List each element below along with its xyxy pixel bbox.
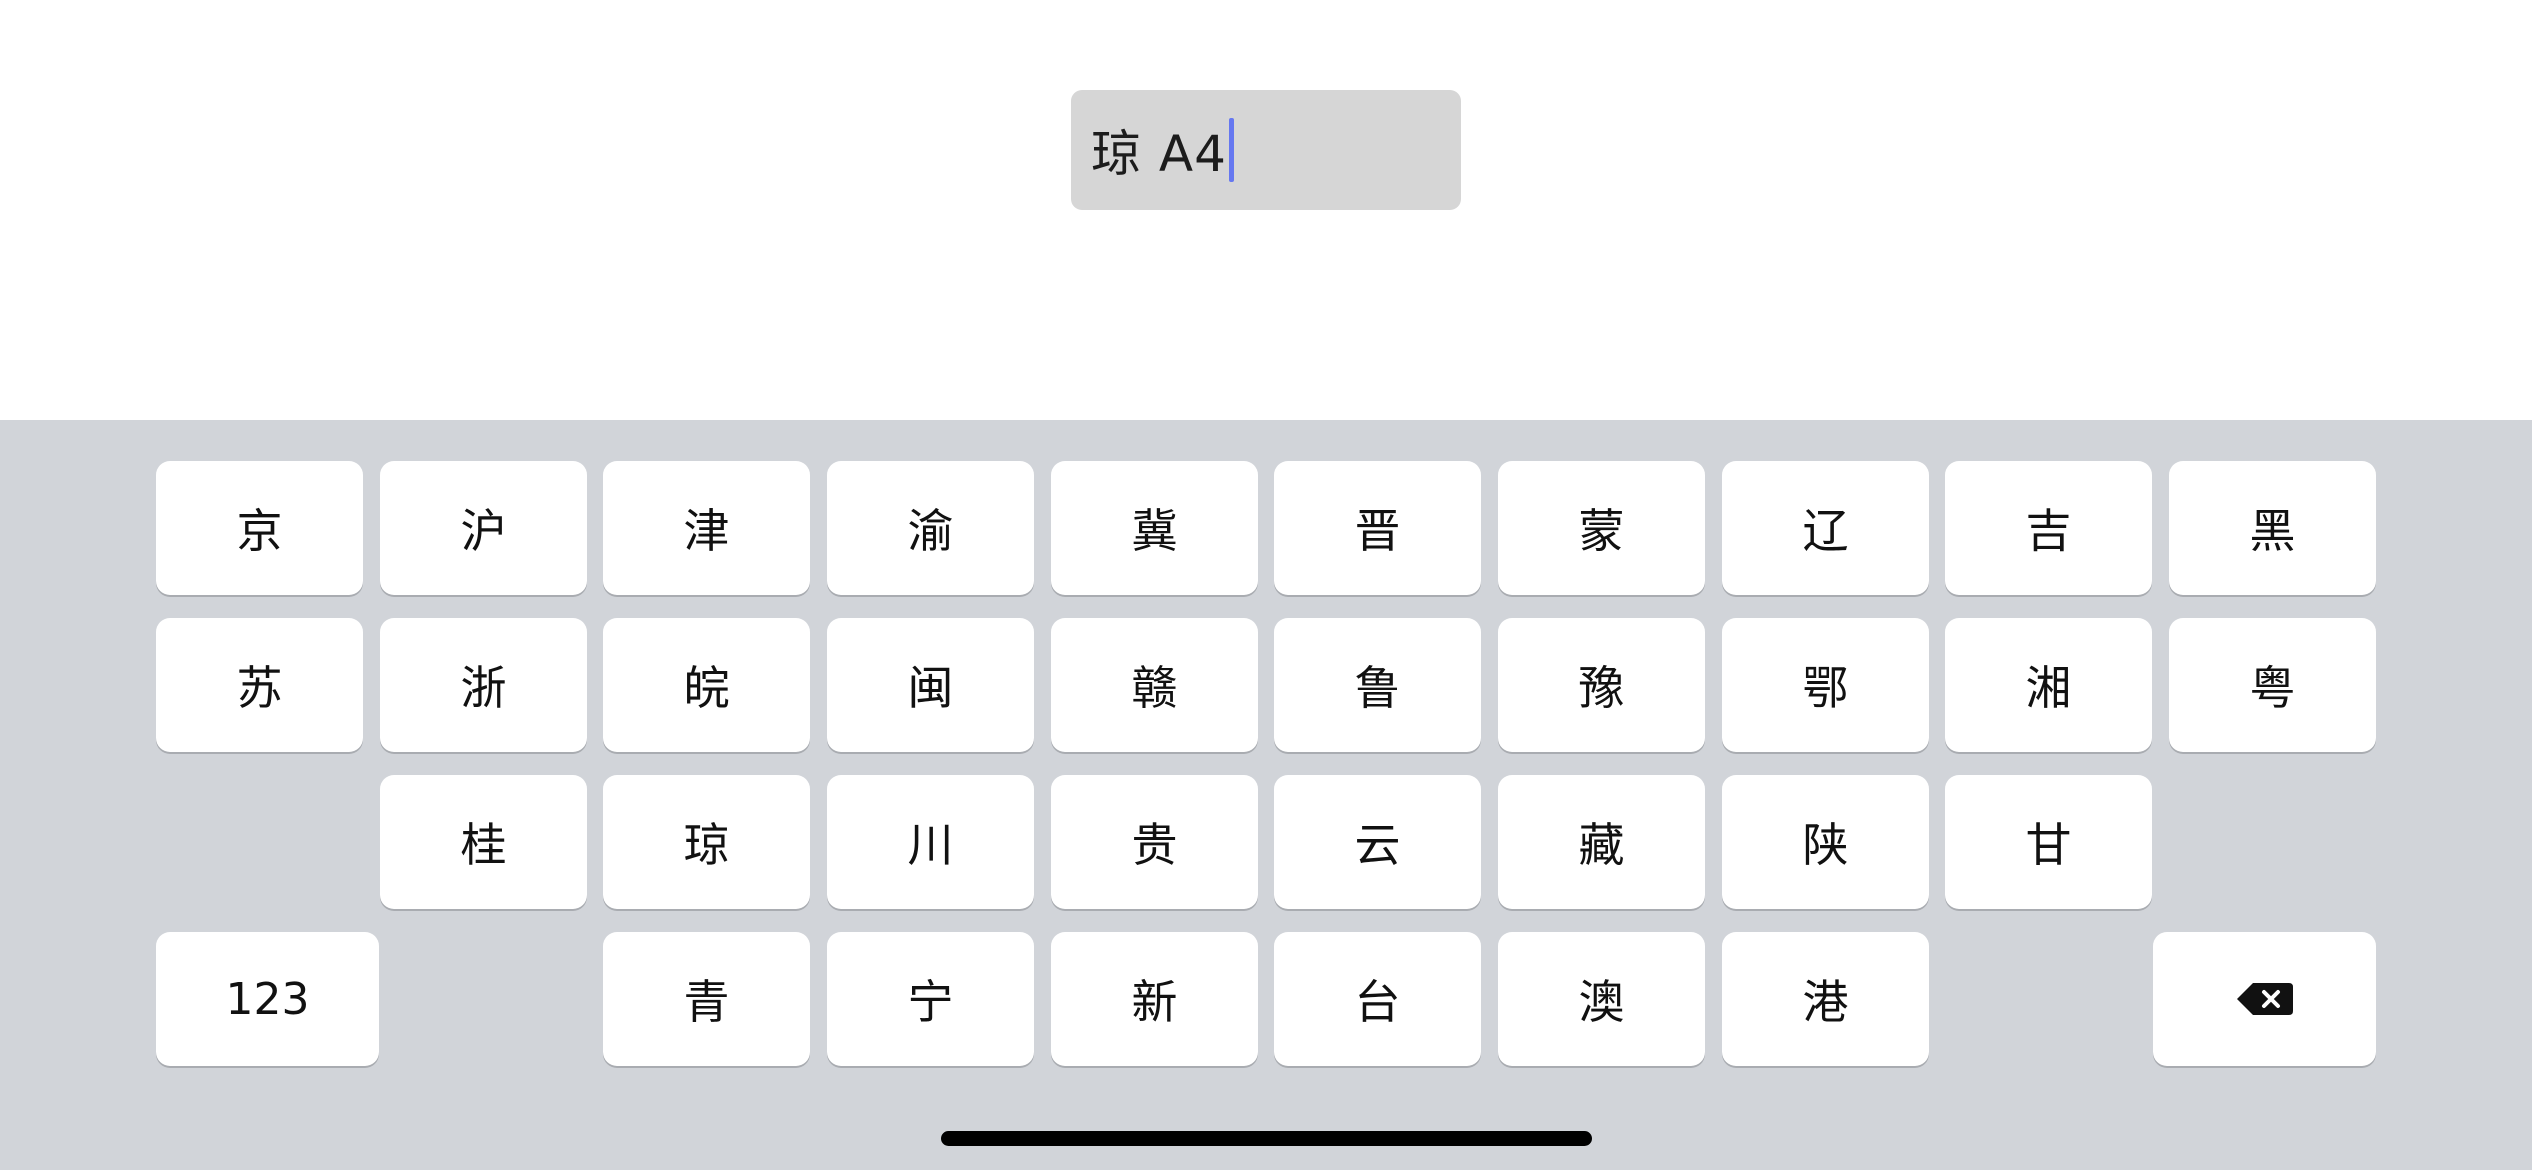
- key-row1-9[interactable]: 吉: [1945, 461, 2152, 595]
- key-row4-3[interactable]: 新: [1051, 932, 1258, 1066]
- delete-backspace-icon: [2236, 983, 2293, 1015]
- key-row2-6[interactable]: 鲁: [1274, 618, 1481, 752]
- key-row1-4[interactable]: 渝: [827, 461, 1034, 595]
- key-row1-1[interactable]: 京: [156, 461, 363, 595]
- key-row1-6[interactable]: 晋: [1274, 461, 1481, 595]
- key-row4-1[interactable]: 青: [603, 932, 810, 1066]
- key-row1-8[interactable]: 辽: [1722, 461, 1929, 595]
- key-row2-8[interactable]: 鄂: [1722, 618, 1929, 752]
- key-row4-5[interactable]: 澳: [1498, 932, 1705, 1066]
- key-row2-9[interactable]: 湘: [1945, 618, 2152, 752]
- key-row3-3[interactable]: 川: [827, 775, 1034, 909]
- key-row1-2[interactable]: 沪: [380, 461, 587, 595]
- delete-key[interactable]: [2153, 932, 2376, 1066]
- province-keyboard: 京 沪 津 渝 冀 晋 蒙 辽 吉 黑 苏 浙 皖 闽 赣 鲁 豫 鄂 湘 粤 …: [0, 420, 2532, 1170]
- key-row2-2[interactable]: 浙: [380, 618, 587, 752]
- key-row1-7[interactable]: 蒙: [1498, 461, 1705, 595]
- text-caret: [1228, 118, 1234, 182]
- key-row1-10[interactable]: 黑: [2169, 461, 2376, 595]
- plate-number-value: 琼 A4: [1091, 125, 1227, 183]
- key-row2-5[interactable]: 赣: [1051, 618, 1258, 752]
- plate-number-input[interactable]: 琼 A4: [1071, 90, 1461, 210]
- key-row3-4[interactable]: 贵: [1051, 775, 1258, 909]
- key-row2-10[interactable]: 粤: [2169, 618, 2376, 752]
- key-row2-7[interactable]: 豫: [1498, 618, 1705, 752]
- numbers-key[interactable]: 123: [156, 932, 379, 1066]
- key-row3-1[interactable]: 桂: [380, 775, 587, 909]
- key-row3-8[interactable]: 甘: [1945, 775, 2152, 909]
- key-row3-2[interactable]: 琼: [603, 775, 810, 909]
- key-row3-5[interactable]: 云: [1274, 775, 1481, 909]
- key-row4-2[interactable]: 宁: [827, 932, 1034, 1066]
- key-row4-6[interactable]: 港: [1722, 932, 1929, 1066]
- key-row1-3[interactable]: 津: [603, 461, 810, 595]
- key-row3-7[interactable]: 陕: [1722, 775, 1929, 909]
- key-row3-6[interactable]: 藏: [1498, 775, 1705, 909]
- key-row2-4[interactable]: 闽: [827, 618, 1034, 752]
- key-row2-3[interactable]: 皖: [603, 618, 810, 752]
- content-area: 琼 A4: [0, 0, 2532, 420]
- home-indicator[interactable]: [941, 1131, 1592, 1146]
- screen: 琼 A4 京 沪 津 渝 冀 晋 蒙 辽 吉 黑 苏 浙 皖 闽 赣 鲁 豫 鄂…: [0, 0, 2532, 1170]
- key-row2-1[interactable]: 苏: [156, 618, 363, 752]
- key-row4-4[interactable]: 台: [1274, 932, 1481, 1066]
- key-row1-5[interactable]: 冀: [1051, 461, 1258, 595]
